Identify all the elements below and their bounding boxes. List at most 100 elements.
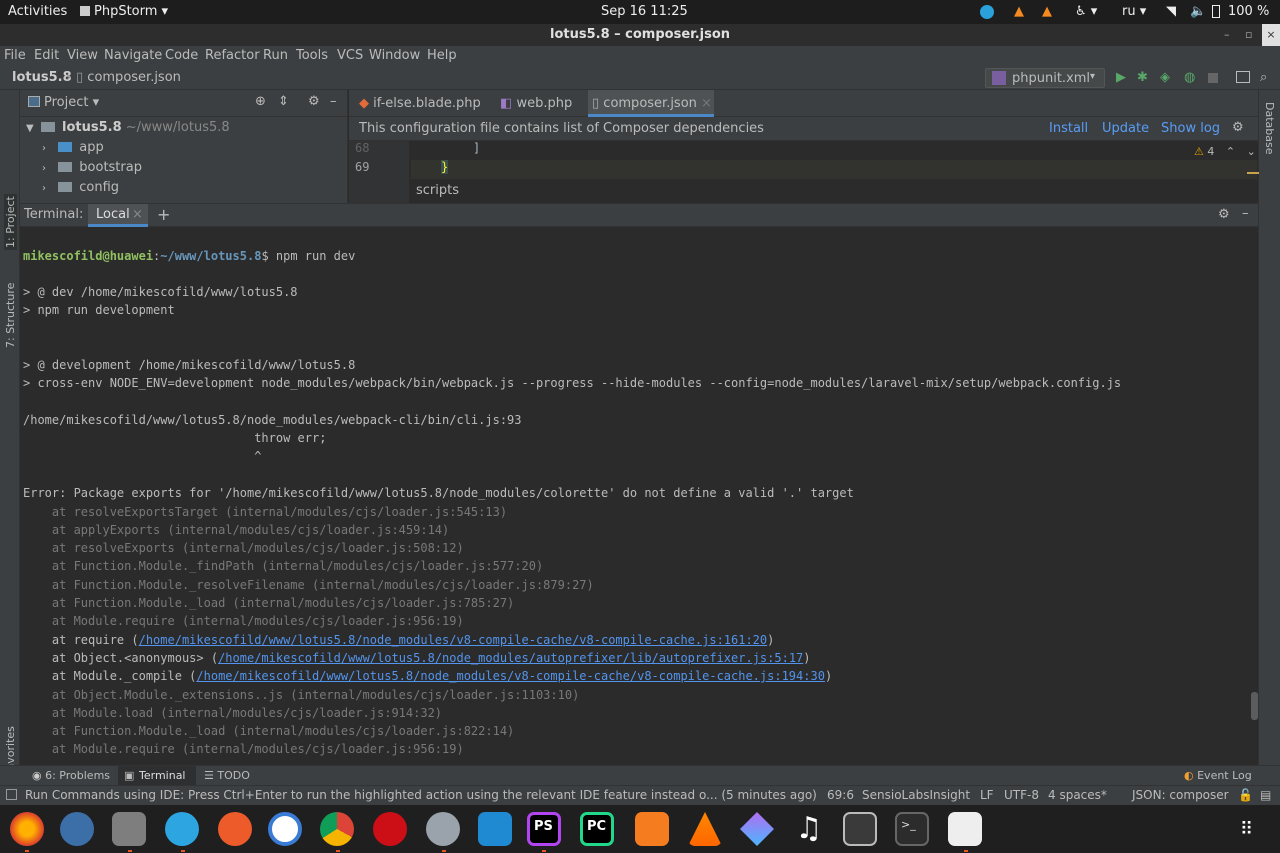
add-tab-icon[interactable]: + bbox=[157, 205, 170, 224]
tree-item-bootstrap[interactable]: › bootstrap bbox=[42, 160, 142, 175]
thunderbird-icon[interactable] bbox=[60, 812, 94, 846]
menu-file[interactable]: File bbox=[4, 48, 26, 63]
sensiolabs-widget[interactable]: SensioLabsInsight bbox=[862, 788, 970, 802]
terminal-tab[interactable]: ▣ Terminal bbox=[118, 766, 196, 786]
menu-edit[interactable]: Edit bbox=[34, 48, 59, 63]
indent-widget[interactable]: 4 spaces* bbox=[1048, 788, 1107, 802]
accessibility-icon[interactable]: ♿ ▾ bbox=[1075, 4, 1097, 19]
tab-web-php[interactable]: ◧ web.php × bbox=[496, 90, 586, 138]
file-link[interactable]: /home/mikescofild/www/lotus5.8/node_modu… bbox=[139, 633, 768, 647]
menu-refactor[interactable]: Refactor bbox=[205, 48, 260, 63]
install-link[interactable]: Install bbox=[1049, 121, 1088, 136]
telegram-tray-icon[interactable] bbox=[980, 5, 994, 19]
menu-code[interactable]: Code bbox=[165, 48, 198, 63]
status-message[interactable]: Run Commands using IDE: Press Ctrl+Enter… bbox=[25, 788, 817, 802]
menu-navigate[interactable]: Navigate bbox=[104, 48, 162, 63]
breadcrumb-file[interactable]: ▯ composer.json bbox=[76, 70, 181, 85]
firefox-icon[interactable] bbox=[10, 812, 44, 846]
editor-breadcrumb[interactable]: scripts bbox=[416, 183, 459, 198]
sublime-merge-icon[interactable] bbox=[635, 812, 669, 846]
gear-icon[interactable]: ⚙ bbox=[1218, 207, 1230, 222]
file-encoding[interactable]: UTF-8 bbox=[1004, 788, 1039, 802]
close-icon[interactable]: × bbox=[132, 207, 143, 222]
hide-icon[interactable]: – bbox=[1242, 206, 1249, 221]
code-line[interactable]: ] bbox=[473, 141, 480, 155]
clock[interactable]: Sep 16 11:25 bbox=[601, 4, 688, 19]
todo-tab[interactable]: ☰ TODO bbox=[204, 769, 250, 782]
opera-icon[interactable] bbox=[373, 812, 407, 846]
problems-tab[interactable]: ◉ 6: Problems bbox=[32, 769, 110, 782]
inspection-widget[interactable]: ⚠ 4 ⌃ ⌄ bbox=[1194, 145, 1256, 158]
minimize-button[interactable]: – bbox=[1224, 24, 1230, 46]
tab-if-else-blade[interactable]: ◆ if-else.blade.php × bbox=[355, 90, 490, 138]
music-icon[interactable]: ♫ bbox=[792, 812, 826, 846]
wifi-icon[interactable]: ◥ bbox=[1166, 4, 1176, 19]
debug-icon[interactable]: ✱ bbox=[1137, 70, 1148, 85]
keyboard-layout[interactable]: ru ▾ bbox=[1122, 4, 1146, 19]
coverage-icon[interactable]: ◈ bbox=[1160, 70, 1170, 85]
telegram-icon[interactable] bbox=[165, 812, 199, 846]
profile-icon[interactable]: ◍ bbox=[1184, 70, 1195, 85]
toggle-panels-icon[interactable] bbox=[6, 789, 17, 800]
system-monitor-icon[interactable] bbox=[843, 812, 877, 846]
volume-icon[interactable]: 🔈 bbox=[1190, 4, 1206, 19]
menu-tools[interactable]: Tools bbox=[296, 48, 328, 63]
tree-root[interactable]: ▼ lotus5.8 ~/www/lotus5.8 bbox=[26, 120, 230, 135]
show-log-link[interactable]: Show log bbox=[1161, 121, 1220, 136]
gear-icon[interactable]: ⚙ bbox=[1232, 120, 1244, 135]
files-icon[interactable] bbox=[112, 812, 146, 846]
close-button[interactable]: × bbox=[1262, 24, 1280, 46]
vlc-tray-icon-2[interactable]: ▲ bbox=[1042, 4, 1052, 19]
code-line[interactable]: } bbox=[441, 160, 449, 174]
chevron-down-icon[interactable]: ⌄ bbox=[1247, 145, 1256, 158]
menu-vcs[interactable]: VCS bbox=[337, 48, 363, 63]
menu-window[interactable]: Window bbox=[369, 48, 420, 63]
event-log-tab[interactable]: ◐ Event Log bbox=[1184, 769, 1252, 782]
locate-icon[interactable]: ⊕ bbox=[255, 94, 266, 109]
terminal-app-icon[interactable]: >_ bbox=[895, 812, 929, 846]
simplenote-icon[interactable] bbox=[268, 812, 302, 846]
vscode-icon[interactable] bbox=[478, 812, 512, 846]
tree-item-app[interactable]: › app bbox=[42, 140, 104, 155]
tool-tab-project[interactable]: 1: Project bbox=[4, 194, 17, 250]
menu-view[interactable]: View bbox=[67, 48, 98, 63]
caret-position[interactable]: 69:6 bbox=[827, 788, 854, 802]
line-separator[interactable]: LF bbox=[980, 788, 994, 802]
lock-icon[interactable]: 🔓 bbox=[1238, 788, 1253, 802]
hide-icon[interactable]: – bbox=[330, 94, 337, 109]
terminal-tab-local[interactable]: Local × bbox=[88, 204, 148, 227]
file-link[interactable]: /home/mikescofild/www/lotus5.8/node_modu… bbox=[196, 669, 825, 683]
document-viewer-icon[interactable] bbox=[948, 812, 982, 846]
gear-icon[interactable]: ⚙ bbox=[308, 94, 320, 109]
menu-help[interactable]: Help bbox=[427, 48, 457, 63]
run-config-select[interactable]: phpunit.xml ▾ bbox=[985, 68, 1105, 88]
tool-tab-database[interactable]: Database bbox=[1263, 102, 1276, 155]
search-everywhere-icon[interactable]: ⌕ bbox=[1260, 70, 1267, 85]
project-view-select[interactable]: Project ▾ bbox=[44, 95, 99, 110]
terminal-scrollbar[interactable] bbox=[1251, 692, 1258, 720]
settings-icon[interactable] bbox=[426, 812, 460, 846]
layout-icon[interactable] bbox=[1236, 71, 1250, 83]
close-icon[interactable]: × bbox=[701, 96, 712, 111]
collapse-all-icon[interactable]: ⇕ bbox=[278, 94, 289, 109]
tool-tab-structure[interactable]: 7: Structure bbox=[4, 283, 17, 348]
chrome-icon[interactable] bbox=[320, 812, 354, 846]
insomnia-icon[interactable] bbox=[740, 812, 774, 846]
phpstorm-icon[interactable]: PS bbox=[527, 812, 561, 846]
vlc-icon[interactable] bbox=[688, 812, 722, 846]
app-menu[interactable]: PhpStorm ▾ bbox=[80, 4, 168, 19]
update-link[interactable]: Update bbox=[1102, 121, 1149, 136]
activities-button[interactable]: Activities bbox=[8, 4, 67, 19]
menu-run[interactable]: Run bbox=[263, 48, 288, 63]
maximize-button[interactable]: ▫ bbox=[1245, 24, 1252, 46]
terminal-output[interactable]: mikescofild@huawei:~/www/lotus5.8$ npm r… bbox=[20, 227, 1258, 765]
notifications-icon[interactable]: ▤ bbox=[1260, 788, 1271, 802]
run-icon[interactable]: ▶ bbox=[1116, 70, 1126, 85]
postman-icon[interactable] bbox=[218, 812, 252, 846]
vlc-tray-icon[interactable]: ▲ bbox=[1014, 4, 1024, 19]
stop-icon[interactable] bbox=[1208, 73, 1218, 83]
pycharm-icon[interactable]: PC bbox=[580, 812, 614, 846]
json-schema-widget[interactable]: JSON: composer bbox=[1132, 788, 1229, 802]
tab-composer-json[interactable]: ▯ composer.json × bbox=[588, 90, 714, 117]
chevron-up-icon[interactable]: ⌃ bbox=[1226, 145, 1235, 158]
